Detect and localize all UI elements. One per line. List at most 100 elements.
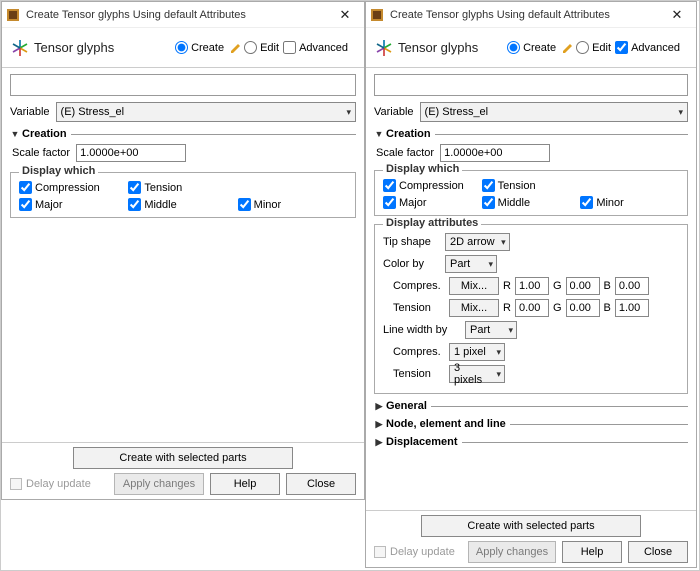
compres-g-input[interactable] bbox=[566, 277, 600, 295]
minor-input[interactable] bbox=[580, 196, 593, 209]
b-label: B bbox=[604, 280, 611, 292]
variable-combo[interactable]: (E) Stress_el bbox=[420, 102, 688, 122]
lw-tension-value: 3 pixels bbox=[454, 362, 490, 386]
major-checkbox[interactable]: Major bbox=[383, 196, 474, 209]
mode-edit-radio[interactable]: Edit bbox=[576, 41, 611, 54]
line-width-by-combo[interactable]: Part bbox=[465, 321, 517, 339]
node-elem-line-title: Node, element and line bbox=[386, 418, 506, 430]
minor-checkbox[interactable]: Minor bbox=[580, 196, 671, 209]
tension-input[interactable] bbox=[128, 181, 141, 194]
name-input[interactable] bbox=[10, 74, 356, 96]
displacement-expander[interactable]: ▶ Displacement bbox=[374, 436, 688, 448]
advanced-checkbox[interactable]: Advanced bbox=[615, 41, 680, 54]
delay-update-label: Delay update bbox=[26, 478, 91, 490]
variable-value: (E) Stress_el bbox=[61, 106, 125, 118]
scale-factor-input[interactable] bbox=[76, 144, 186, 162]
close-button[interactable]: Close bbox=[628, 541, 688, 563]
scale-factor-row: Scale factor bbox=[12, 144, 356, 162]
mode-create-radio[interactable]: Create bbox=[175, 41, 224, 54]
middle-checkbox[interactable]: Middle bbox=[128, 198, 229, 211]
help-button[interactable]: Help bbox=[562, 541, 622, 563]
scale-factor-input[interactable] bbox=[440, 144, 550, 162]
mode-create-radio[interactable]: Create bbox=[507, 41, 556, 54]
name-input[interactable] bbox=[374, 74, 688, 96]
middle-checkbox[interactable]: Middle bbox=[482, 196, 573, 209]
compres-b-input[interactable] bbox=[615, 277, 649, 295]
advanced-label: Advanced bbox=[299, 42, 348, 54]
delay-update-checkbox: Delay update bbox=[10, 478, 91, 490]
tip-shape-value: 2D arrow bbox=[450, 236, 495, 248]
minor-input[interactable] bbox=[238, 198, 251, 211]
lw-compres-combo[interactable]: 1 pixel bbox=[449, 343, 505, 361]
tension-input[interactable] bbox=[482, 179, 495, 192]
mix-label: Mix... bbox=[461, 280, 487, 292]
display-which-legend: Display which bbox=[19, 165, 98, 177]
create-with-selected-label: Create with selected parts bbox=[119, 452, 246, 464]
tension-mix-button[interactable]: Mix... bbox=[449, 299, 499, 317]
tension-g-input[interactable] bbox=[566, 299, 600, 317]
tension-r-input[interactable] bbox=[515, 299, 549, 317]
minor-checkbox[interactable]: Minor bbox=[238, 198, 339, 211]
lw-tension-combo[interactable]: 3 pixels bbox=[449, 365, 505, 383]
compres-r-input[interactable] bbox=[515, 277, 549, 295]
advanced-input[interactable] bbox=[283, 41, 296, 54]
r-label: R bbox=[503, 280, 511, 292]
general-title: General bbox=[386, 400, 427, 412]
create-with-selected-button[interactable]: Create with selected parts bbox=[421, 515, 641, 537]
lw-compres-value: 1 pixel bbox=[454, 346, 486, 358]
tension-checkbox[interactable]: Tension bbox=[128, 181, 229, 194]
display-which-group: Display which Compression Tension Major … bbox=[374, 170, 688, 216]
chevron-right-icon: ▶ bbox=[374, 419, 384, 430]
close-icon[interactable]: ✕ bbox=[330, 7, 360, 23]
minor-label: Minor bbox=[254, 199, 282, 211]
help-button[interactable]: Help bbox=[210, 473, 280, 495]
tensor-glyph-icon bbox=[374, 38, 394, 58]
delay-update-label: Delay update bbox=[390, 546, 455, 558]
delay-update-box bbox=[10, 478, 22, 490]
apply-changes-button: Apply changes bbox=[468, 541, 556, 563]
mode-edit-input[interactable] bbox=[576, 41, 589, 54]
compression-checkbox[interactable]: Compression bbox=[383, 179, 474, 192]
mode-create-input[interactable] bbox=[507, 41, 520, 54]
variable-label: Variable bbox=[10, 106, 50, 118]
major-input[interactable] bbox=[383, 196, 396, 209]
general-expander[interactable]: ▶ General bbox=[374, 400, 688, 412]
mode-edit-radio[interactable]: Edit bbox=[244, 41, 279, 54]
creation-title: Creation bbox=[22, 128, 67, 140]
compression-input[interactable] bbox=[19, 181, 32, 194]
advanced-checkbox[interactable]: Advanced bbox=[283, 41, 348, 54]
variable-combo[interactable]: (E) Stress_el bbox=[56, 102, 356, 122]
major-input[interactable] bbox=[19, 198, 32, 211]
middle-input[interactable] bbox=[482, 196, 495, 209]
compression-checkbox[interactable]: Compression bbox=[19, 181, 120, 194]
chevron-right-icon: ▶ bbox=[374, 401, 384, 412]
color-by-combo[interactable]: Part bbox=[445, 255, 497, 273]
tension-b-input[interactable] bbox=[615, 299, 649, 317]
tip-shape-combo[interactable]: 2D arrow bbox=[445, 233, 510, 251]
middle-input[interactable] bbox=[128, 198, 141, 211]
mode-edit-input[interactable] bbox=[244, 41, 257, 54]
display-attributes-legend: Display attributes bbox=[383, 217, 481, 229]
lw-compres-label: Compres. bbox=[393, 346, 445, 358]
close-label: Close bbox=[307, 478, 335, 490]
mode-create-input[interactable] bbox=[175, 41, 188, 54]
close-icon[interactable]: ✕ bbox=[662, 7, 692, 23]
compression-label: Compression bbox=[35, 182, 100, 194]
advanced-input[interactable] bbox=[615, 41, 628, 54]
compression-input[interactable] bbox=[383, 179, 396, 192]
toolbar-title: Tensor glyphs bbox=[398, 40, 507, 55]
major-label: Major bbox=[399, 197, 427, 209]
creation-expander[interactable]: ▼ Creation bbox=[374, 128, 688, 140]
window-title: Create Tensor glyphs Using default Attri… bbox=[26, 9, 330, 21]
tension-checkbox[interactable]: Tension bbox=[482, 179, 573, 192]
create-with-selected-button[interactable]: Create with selected parts bbox=[73, 447, 293, 469]
creation-expander[interactable]: ▼ Creation bbox=[10, 128, 356, 140]
node-elem-line-expander[interactable]: ▶ Node, element and line bbox=[374, 418, 688, 430]
close-button[interactable]: Close bbox=[286, 473, 356, 495]
compres-mix-button[interactable]: Mix... bbox=[449, 277, 499, 295]
tension-label: Tension bbox=[144, 182, 182, 194]
window-title: Create Tensor glyphs Using default Attri… bbox=[390, 9, 662, 21]
major-checkbox[interactable]: Major bbox=[19, 198, 120, 211]
color-by-label: Color by bbox=[383, 258, 439, 270]
variable-value: (E) Stress_el bbox=[425, 106, 489, 118]
